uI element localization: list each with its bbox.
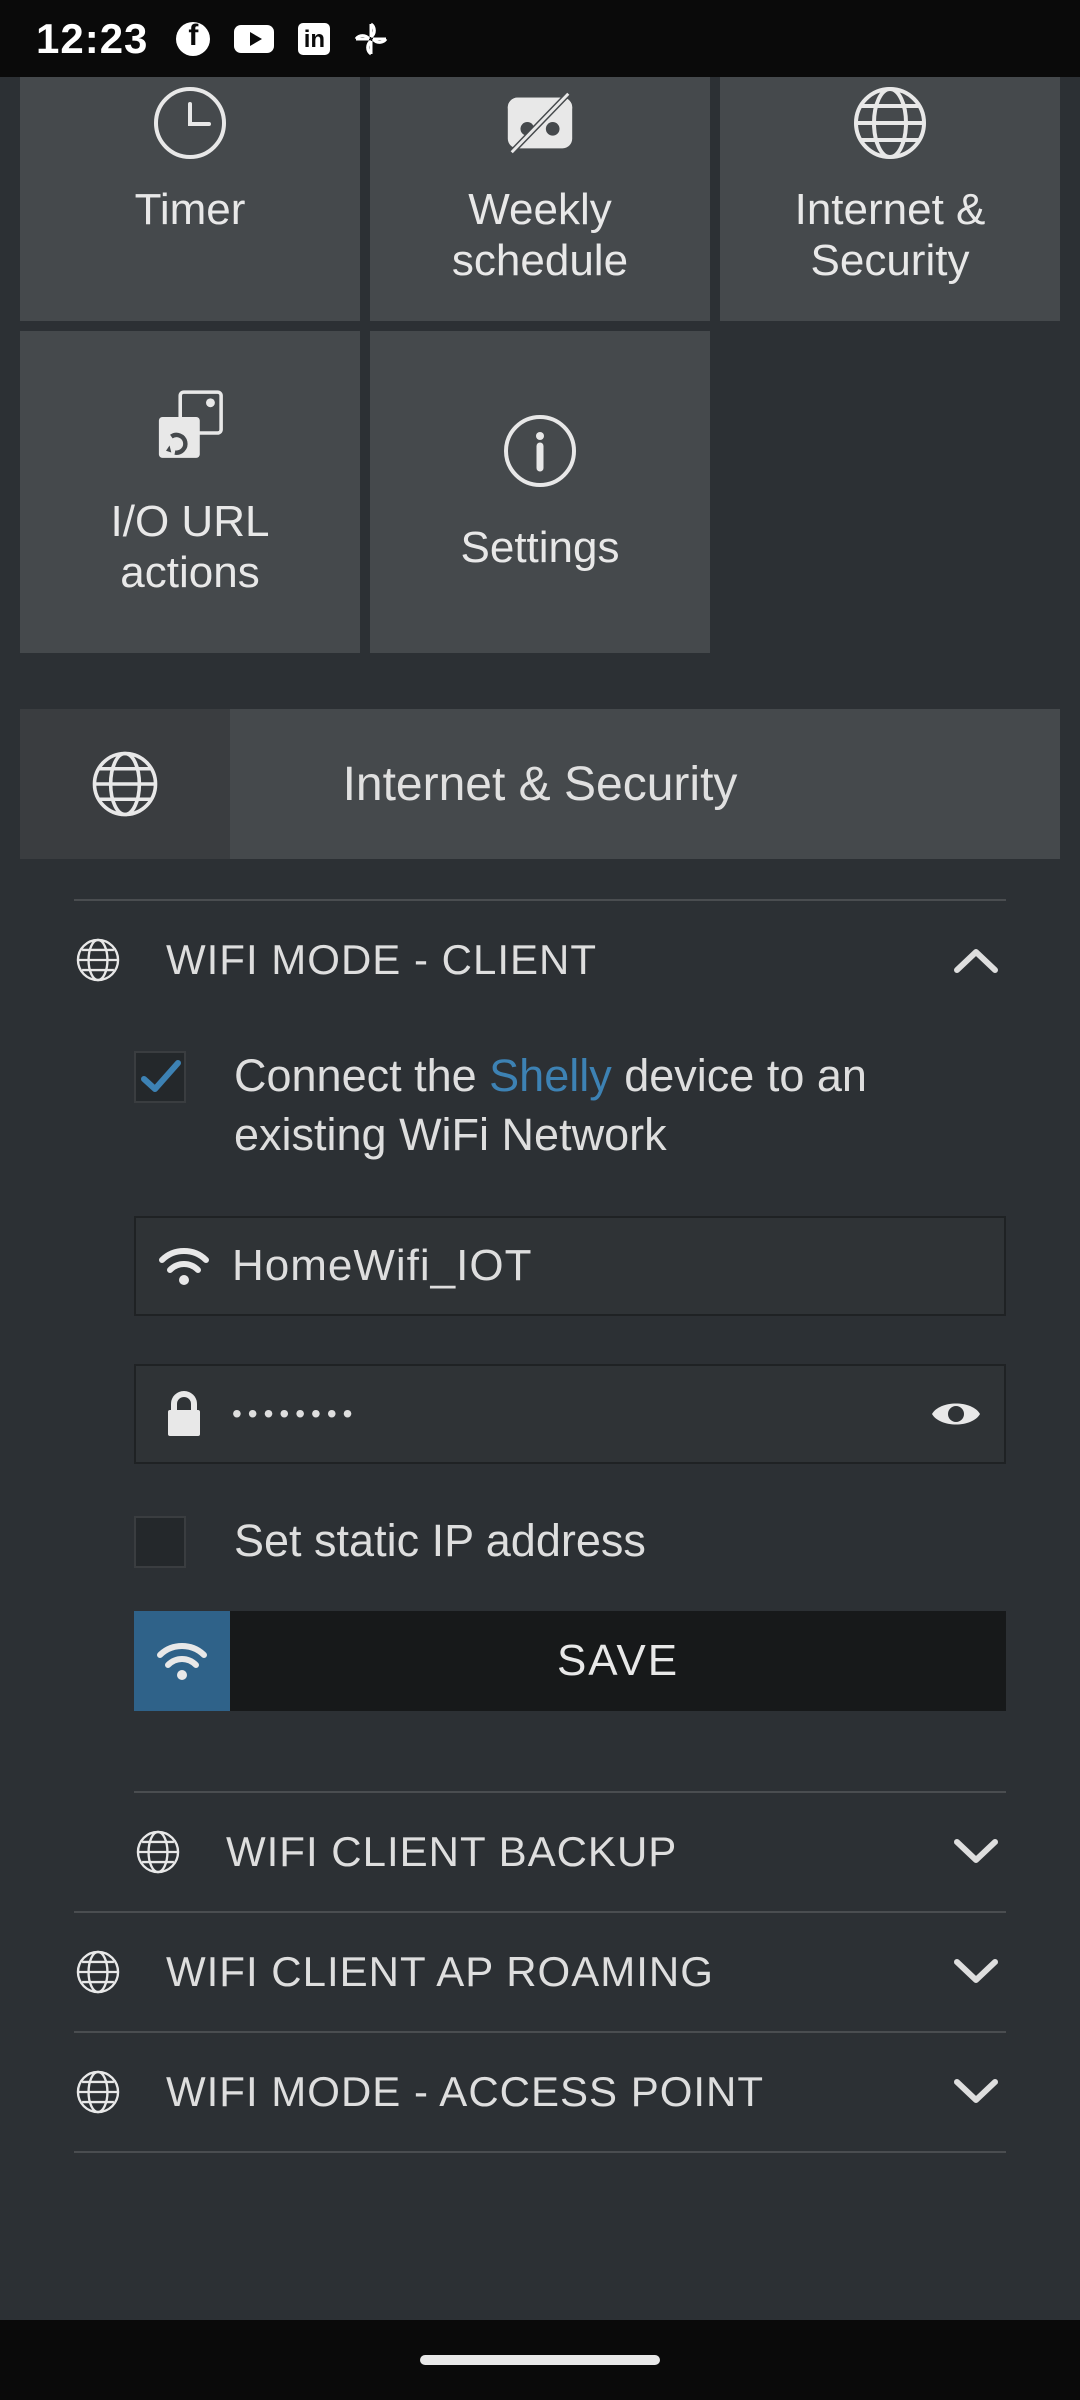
password-input-wrap[interactable] [134,1364,1006,1464]
tile-label: I/O URL actions [111,497,270,598]
chevron-up-icon [946,946,1006,974]
tile-timer[interactable]: Timer [20,77,360,321]
status-bar: 12:23 in [0,0,1080,77]
globe-icon [74,2069,122,2115]
globe-icon [74,937,122,983]
lock-icon [136,1390,232,1438]
section-header: Internet & Security [20,709,1060,859]
facebook-icon [176,22,210,56]
system-nav-bar [0,2320,1080,2400]
connect-checkbox[interactable] [134,1051,186,1103]
clock-icon [150,83,230,163]
status-time: 12:23 [36,15,148,63]
app-content: Timer Weekly schedule Internet & Securit… [0,77,1080,2320]
tile-weekly-schedule[interactable]: Weekly schedule [370,77,710,321]
static-ip-label: Set static IP address [234,1512,646,1571]
connect-checkbox-label: Connect the Shelly device to an existing… [234,1047,1006,1164]
globe-icon [134,1829,182,1875]
tile-label: Internet & Security [795,185,986,286]
photos-icon [354,22,388,56]
tile-settings[interactable]: Settings [370,331,710,653]
save-button[interactable]: SAVE [134,1611,1006,1711]
tile-label: Timer [135,185,246,236]
home-indicator[interactable] [420,2355,660,2365]
globe-icon [74,1949,122,1995]
row-title: WIFI MODE - ACCESS POINT [166,2068,946,2116]
divider [74,2151,1006,2153]
status-notification-icons: in [176,22,388,56]
row-title: WIFI CLIENT AP ROAMING [166,1948,946,1996]
ssid-input[interactable] [232,1241,1004,1291]
chevron-down-icon [946,1958,1006,1986]
chevron-down-icon [946,1838,1006,1866]
wifi-client-panel: Connect the Shelly device to an existing… [74,1019,1006,1791]
chevron-down-icon [946,2078,1006,2106]
row-wifi-ap-roaming[interactable]: WIFI CLIENT AP ROAMING [74,1913,1006,2031]
linkedin-icon: in [298,23,330,55]
ssid-input-wrap[interactable] [134,1216,1006,1316]
tile-io-url-actions[interactable]: I/O URL actions [20,331,360,653]
tile-internet-security[interactable]: Internet & Security [720,77,1060,321]
save-button-label: SAVE [230,1611,1006,1711]
row-wifi-mode-client[interactable]: WIFI MODE - CLIENT [74,901,1006,1019]
row-title: WIFI MODE - CLIENT [166,936,946,984]
eye-icon[interactable] [908,1396,1004,1432]
static-ip-checkbox[interactable] [134,1516,186,1568]
io-actions-icon [150,385,230,465]
section-header-icon [20,709,230,859]
wifi-icon [136,1246,232,1286]
wifi-icon [134,1611,230,1711]
row-title: WIFI CLIENT BACKUP [226,1828,946,1876]
youtube-icon [234,25,274,53]
row-wifi-client-backup[interactable]: WIFI CLIENT BACKUP [74,1793,1006,1911]
info-icon [500,411,580,491]
menu-tiles: Timer Weekly schedule Internet & Securit… [20,77,1060,653]
tile-label: Weekly schedule [452,185,628,286]
password-input[interactable] [232,1398,908,1430]
globe-icon [850,83,930,163]
section-title: Internet & Security [230,757,1060,812]
calendar-off-icon [500,83,580,163]
row-wifi-mode-ap[interactable]: WIFI MODE - ACCESS POINT [74,2033,1006,2151]
tile-label: Settings [461,523,620,574]
